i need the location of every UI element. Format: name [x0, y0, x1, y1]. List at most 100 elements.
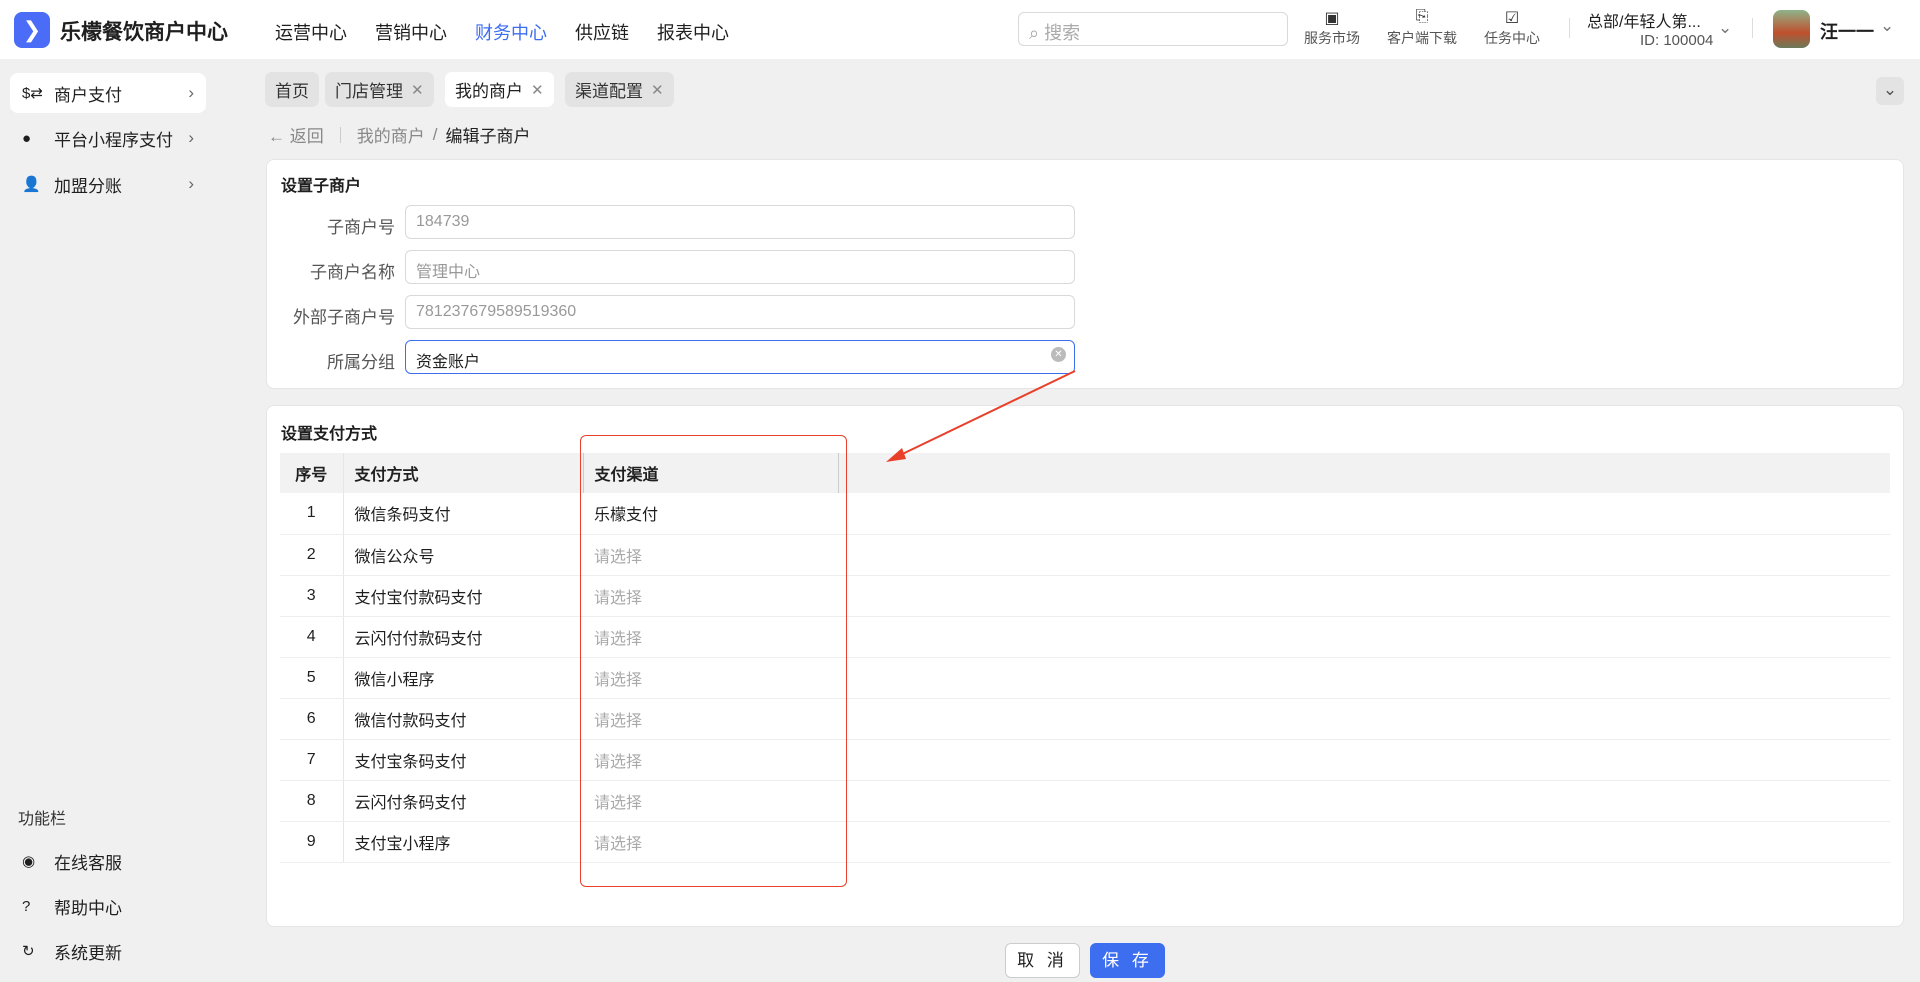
row-no: 6 [280, 698, 344, 740]
sidebar-item-mini-program-payment[interactable]: ● 平台小程序支付 › [10, 118, 206, 158]
channel-select[interactable]: 请选择 [583, 821, 838, 863]
table-row: 1 微信条码支付 乐檬支付 [280, 493, 1890, 535]
chevron-right-icon: › [188, 128, 194, 147]
task-center-button[interactable]: ☑ 任务中心 [1472, 8, 1552, 48]
row-method: 微信条码支付 [343, 493, 583, 535]
user-chevron-down-icon[interactable]: ⌄ [1880, 16, 1894, 36]
card-title: 设置子商户 [281, 178, 362, 195]
row-empty [838, 534, 1890, 576]
org-id: ID: 100004 [1640, 32, 1714, 49]
sidebar-item-merchant-payment[interactable]: $⇄ 商户支付 › [10, 73, 206, 113]
channel-select[interactable]: 请选择 [583, 616, 838, 658]
sidebar-item-label: 加盟分账 [54, 176, 122, 196]
tab-label: 渠道配置 [575, 82, 643, 101]
tab-store-management[interactable]: 门店管理 ✕ [325, 72, 434, 107]
tab-label: 门店管理 [335, 82, 403, 101]
external-merchant-no-input[interactable]: 781237679589519360 [405, 295, 1075, 329]
nav-operations[interactable]: 运营中心 [275, 19, 347, 45]
tab-my-merchants[interactable]: 我的商户 ✕ [445, 72, 554, 107]
sidebar-item-label: 商户支付 [54, 85, 122, 105]
row-empty [838, 739, 1890, 781]
org-chevron-down-icon[interactable]: ⌄ [1718, 18, 1732, 38]
save-button[interactable]: 保 存 [1090, 943, 1165, 978]
breadcrumb: ← 返回 我的商户 / 编辑子商户 [268, 122, 530, 147]
sidebar-item-franchise-split[interactable]: 👤 加盟分账 › [10, 164, 206, 204]
channel-select[interactable]: 乐檬支付 [583, 493, 838, 535]
row-method: 云闪付付款码支付 [343, 616, 583, 658]
nav-marketing[interactable]: 营销中心 [375, 19, 447, 45]
channel-select[interactable]: 请选择 [583, 780, 838, 822]
avatar[interactable] [1773, 10, 1810, 48]
nav-finance[interactable]: 财务中心 [475, 19, 547, 45]
row-empty [838, 575, 1890, 617]
sidebar-item-system-update[interactable]: ↻ 系统更新 [10, 931, 206, 971]
brand-logo-icon: ❯ [14, 12, 50, 48]
refresh-icon: ↻ [22, 943, 35, 960]
close-icon[interactable]: ✕ [411, 81, 424, 99]
folder-download-icon: ⎘ [1415, 8, 1429, 25]
breadcrumb-parent[interactable]: 我的商户 [357, 122, 425, 147]
sidebar-item-label: 在线客服 [54, 853, 122, 873]
divider [339, 126, 341, 143]
close-icon[interactable]: ✕ [531, 81, 544, 99]
exchange-icon: $⇄ [22, 85, 43, 102]
sub-merchant-no-input[interactable]: 184739 [405, 205, 1075, 239]
nav-supply-chain[interactable]: 供应链 [575, 19, 629, 45]
back-link[interactable]: ← 返回 [268, 122, 324, 147]
channel-select[interactable]: 请选择 [583, 698, 838, 740]
divider [1752, 18, 1753, 38]
row-no: 8 [280, 780, 344, 822]
row-empty [838, 616, 1890, 658]
payment-method-table: 序号 支付方式 支付渠道 1 微信条码支付 乐檬支付 2 微信公众号 请选择 3… [280, 453, 1890, 863]
row-empty [838, 780, 1890, 822]
tab-home[interactable]: 首页 [265, 72, 319, 107]
channel-select[interactable]: 请选择 [583, 575, 838, 617]
sub-merchant-name-input[interactable]: 管理中心 [405, 250, 1075, 284]
channel-select[interactable]: 请选择 [583, 534, 838, 576]
user-add-icon: 👤 [22, 176, 41, 193]
row-method: 支付宝条码支付 [343, 739, 583, 781]
tool-label: 任务中心 [1484, 30, 1540, 46]
sidebar: $⇄ 商户支付 › ● 平台小程序支付 › 👤 加盟分账 › 功能栏 ◉ 在线客服 ? 帮助中心… [0, 59, 250, 982]
nav-reports[interactable]: 报表中心 [657, 19, 729, 45]
row-no: 7 [280, 739, 344, 781]
table-row: 6 微信付款码支付 请选择 [280, 698, 1890, 740]
chevron-right-icon: › [188, 174, 194, 193]
channel-select[interactable]: 请选择 [583, 657, 838, 699]
tool-label: 服务市场 [1304, 30, 1360, 46]
clipboard-check-icon: ☑ [1504, 10, 1520, 27]
sidebar-item-label: 帮助中心 [54, 898, 122, 918]
cancel-button[interactable]: 取 消 [1005, 943, 1080, 978]
field-label: 子商户名称 [310, 263, 395, 282]
row-empty [838, 821, 1890, 863]
search-icon: ⌕ [1029, 23, 1045, 43]
row-empty [838, 657, 1890, 699]
row-method: 支付宝小程序 [343, 821, 583, 863]
row-method: 微信小程序 [343, 657, 583, 699]
shop-bag-icon: ▣ [1324, 10, 1340, 27]
user-name[interactable]: 汪一一 [1820, 18, 1874, 44]
close-icon[interactable]: ✕ [651, 81, 664, 99]
channel-select[interactable]: 请选择 [583, 739, 838, 781]
tab-channel-config[interactable]: 渠道配置 ✕ [565, 72, 674, 107]
org-name[interactable]: 总部/年轻人第... [1587, 8, 1701, 32]
back-label: 返回 [289, 127, 324, 146]
table-row: 8 云闪付条码支付 请选择 [280, 780, 1890, 822]
sidebar-item-online-service[interactable]: ◉ 在线客服 [10, 841, 206, 881]
service-market-button[interactable]: ▣ 服务市场 [1292, 8, 1372, 48]
sidebar-item-label: 平台小程序支付 [54, 130, 173, 150]
row-no: 4 [280, 616, 344, 658]
tabs-more-chevron-down-icon[interactable]: ⌄ [1876, 77, 1904, 105]
table-row: 2 微信公众号 请选择 [280, 534, 1890, 576]
tab-label: 首页 [275, 82, 309, 101]
search-input[interactable]: ⌕ 搜索 [1018, 12, 1288, 46]
sidebar-item-help-center[interactable]: ? 帮助中心 [10, 886, 206, 926]
client-download-button[interactable]: ⎘ 客户端下载 [1382, 8, 1462, 48]
table-row: 9 支付宝小程序 请选择 [280, 821, 1890, 863]
row-no: 2 [280, 534, 344, 576]
search-placeholder: 搜索 [1044, 23, 1081, 43]
row-method: 云闪付条码支付 [343, 780, 583, 822]
row-no: 3 [280, 575, 344, 617]
section-title: 功能栏 [18, 811, 67, 828]
field-label: 所属分组 [327, 353, 395, 372]
